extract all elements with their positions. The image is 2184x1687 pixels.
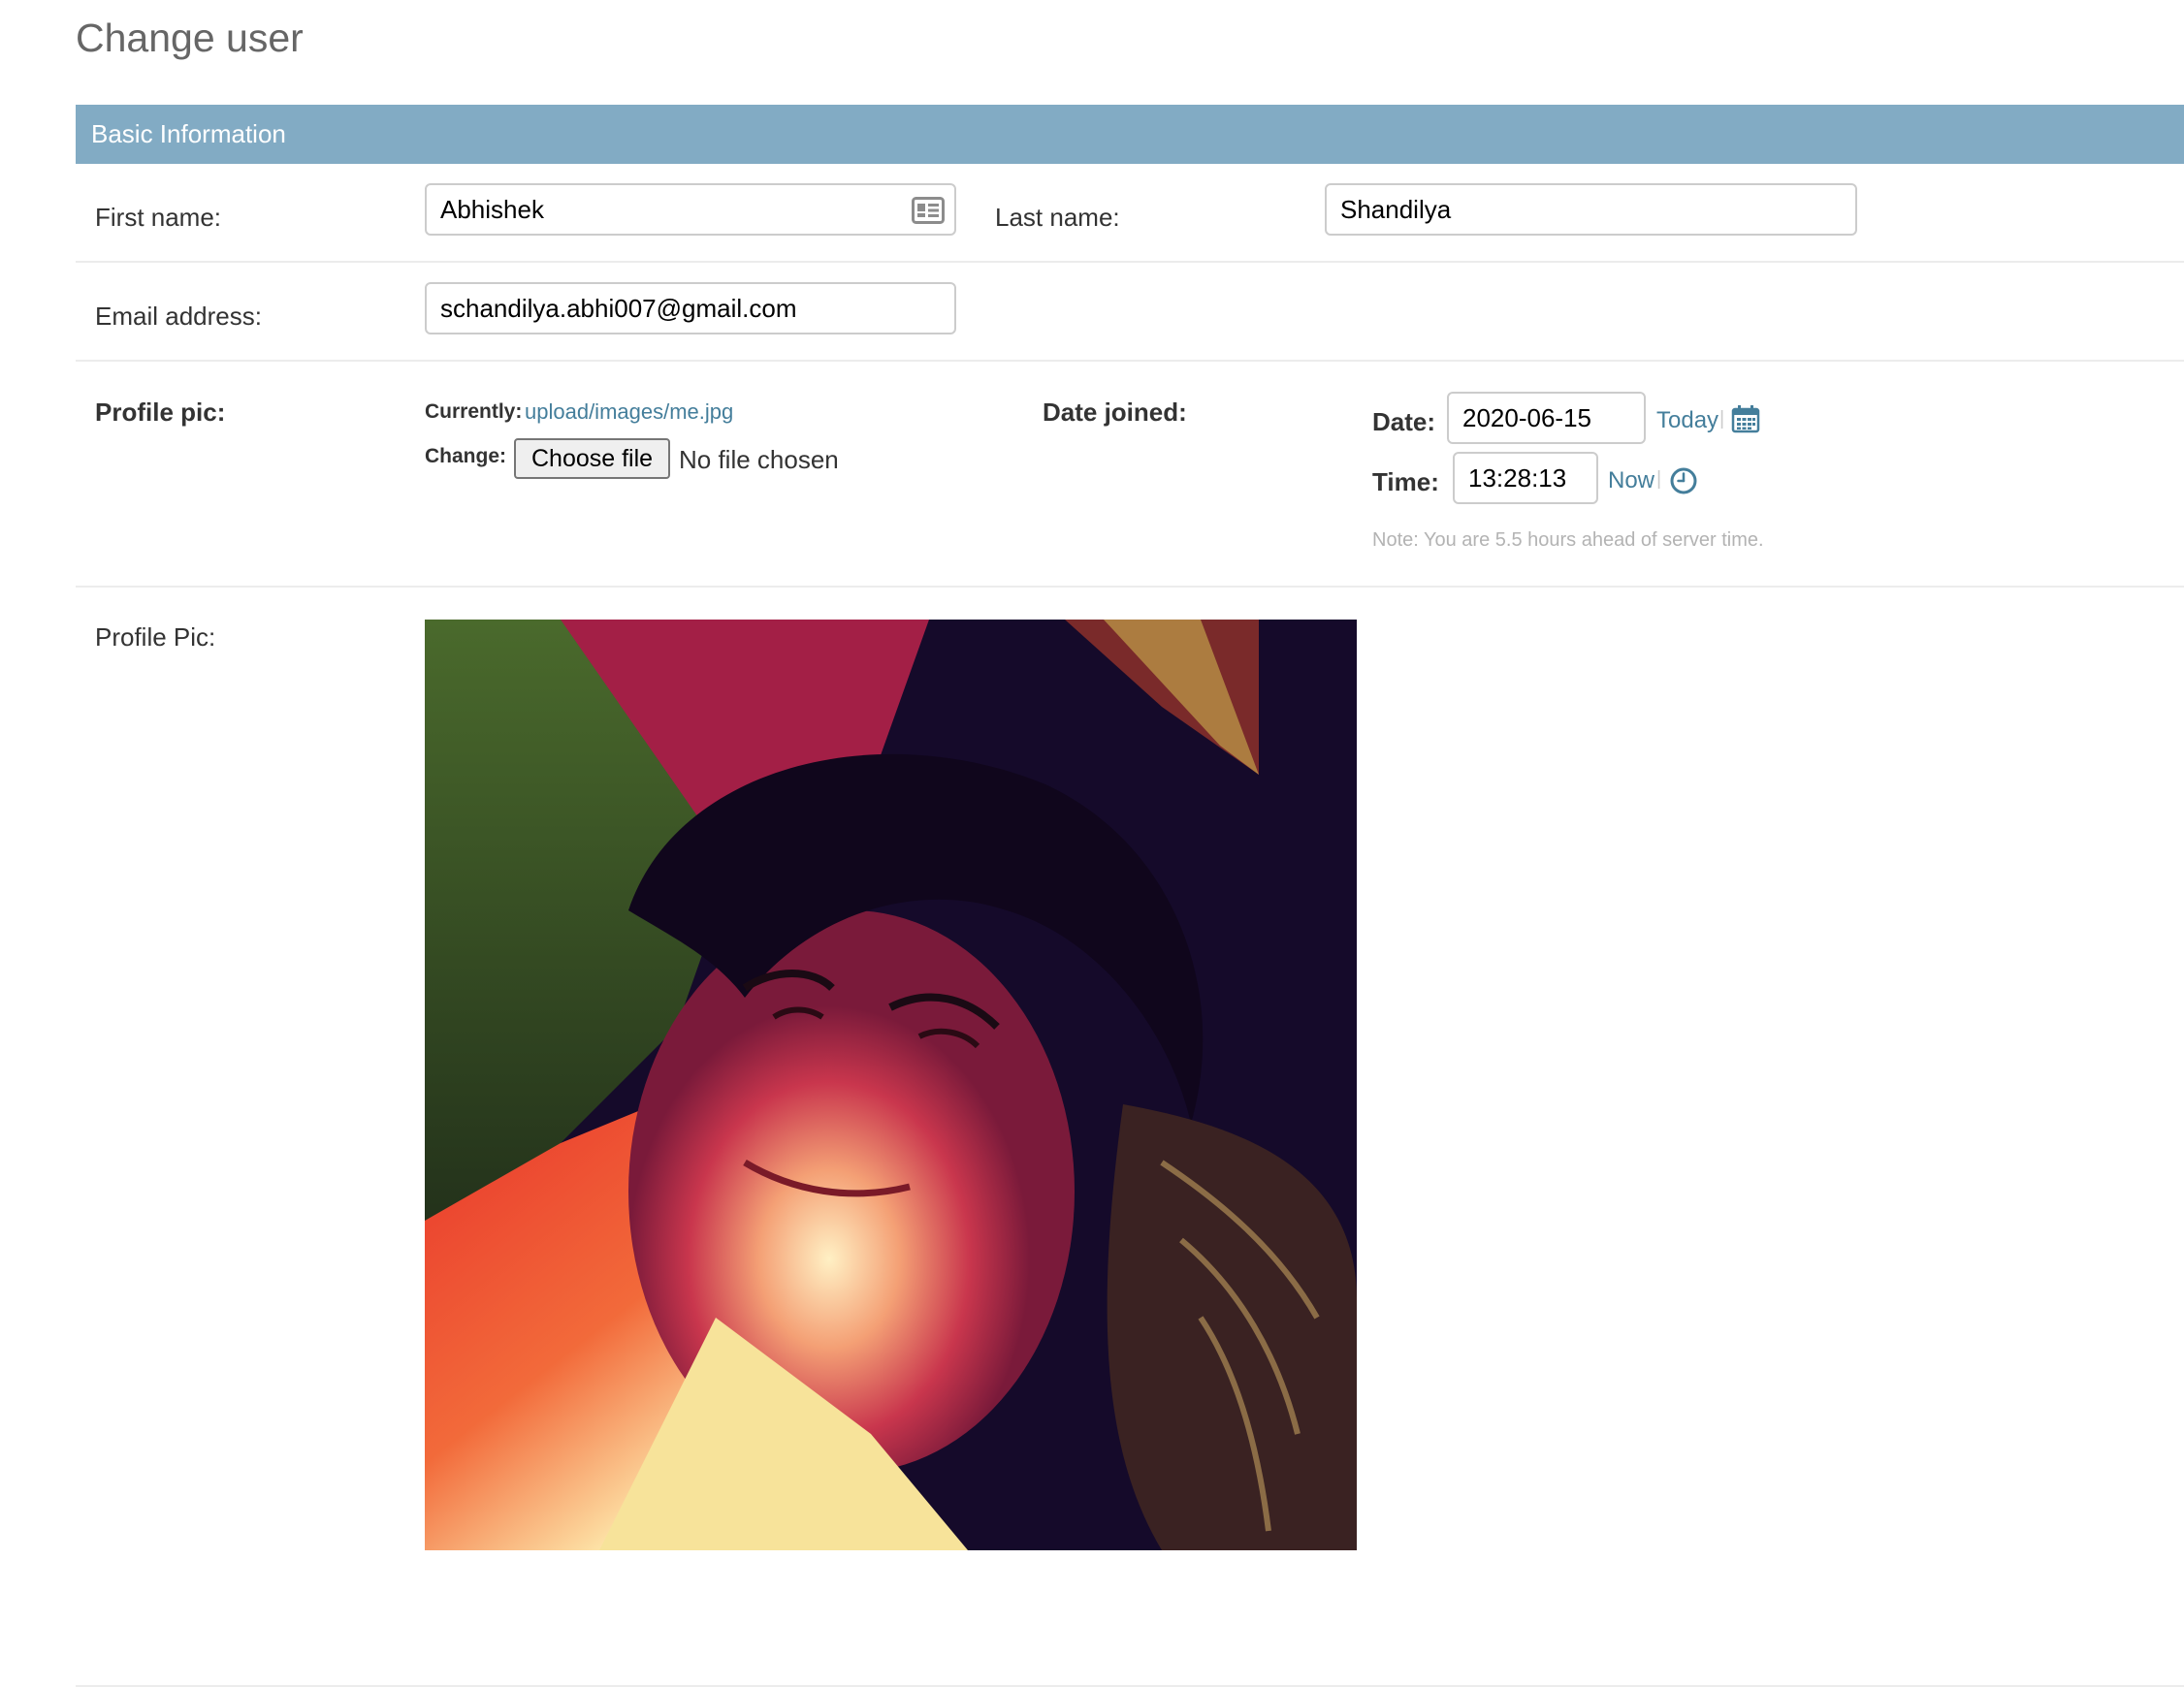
profile-pic-label: Profile pic: bbox=[95, 398, 226, 427]
today-link[interactable]: Today bbox=[1656, 407, 1718, 434]
last-name-label: Last name: bbox=[995, 203, 1120, 232]
name-row: First name: Last name: bbox=[76, 164, 2184, 263]
current-file-link[interactable]: upload/images/me.jpg bbox=[525, 399, 733, 425]
profile-photo-image bbox=[425, 620, 1357, 1550]
profile-date-row: Profile pic: Currently: upload/images/me… bbox=[76, 362, 2184, 588]
fieldset-heading: Basic Information bbox=[76, 105, 2184, 164]
time-input[interactable] bbox=[1453, 452, 1598, 504]
page-title: Change user bbox=[76, 16, 304, 60]
timezone-note: Note: You are 5.5 hours ahead of server … bbox=[1372, 529, 1764, 551]
profile-preview-row: Profile Pic: bbox=[76, 588, 2184, 1687]
first-name-label: First name: bbox=[95, 203, 222, 232]
change-label: Change: bbox=[425, 445, 506, 467]
choose-file-button[interactable]: Choose file bbox=[514, 438, 671, 479]
separator: | bbox=[1656, 468, 1662, 490]
date-joined-label: Date joined: bbox=[1043, 398, 1187, 427]
clock-icon[interactable] bbox=[1669, 466, 1698, 495]
file-status-text: No file chosen bbox=[679, 445, 839, 474]
profile-pic-preview-label: Profile Pic: bbox=[95, 622, 216, 652]
basic-information-fieldset: Basic Information First name: Last name:… bbox=[76, 105, 2184, 1687]
first-name-input[interactable] bbox=[425, 183, 956, 236]
email-label: Email address: bbox=[95, 302, 262, 331]
last-name-input[interactable] bbox=[1325, 183, 1857, 236]
currently-label: Currently: bbox=[425, 400, 523, 423]
contact-card-icon[interactable] bbox=[912, 197, 945, 224]
email-row: Email address: bbox=[76, 263, 2184, 362]
separator: | bbox=[1719, 408, 1725, 430]
email-input[interactable] bbox=[425, 282, 956, 334]
now-link[interactable]: Now bbox=[1608, 467, 1654, 494]
date-input[interactable] bbox=[1447, 392, 1646, 444]
time-label: Time: bbox=[1372, 467, 1439, 496]
date-label: Date: bbox=[1372, 407, 1436, 436]
calendar-icon[interactable] bbox=[1731, 404, 1760, 433]
